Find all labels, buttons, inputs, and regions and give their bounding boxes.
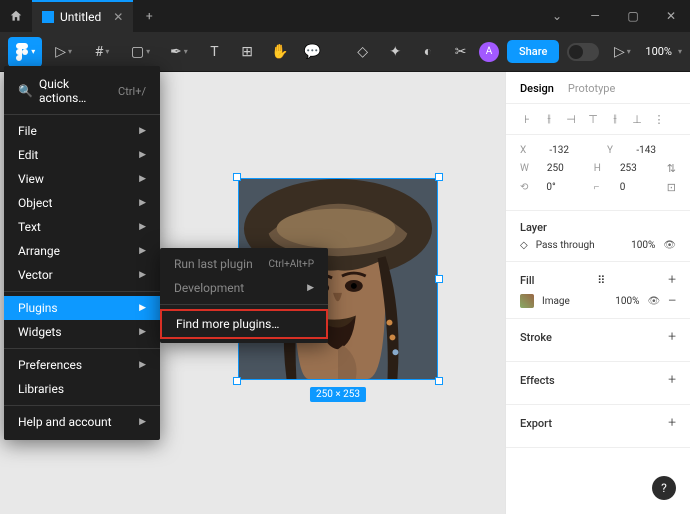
- distribute-icon[interactable]: ⋮: [652, 112, 666, 126]
- dimension-label: 250 × 253: [310, 387, 366, 402]
- find-more-plugins-item[interactable]: Find more plugins…: [160, 309, 328, 339]
- rotation-input[interactable]: 0°: [546, 182, 575, 193]
- avatar[interactable]: A: [479, 42, 499, 62]
- resize-handle[interactable]: [233, 377, 241, 385]
- fill-swatch[interactable]: [520, 294, 534, 308]
- layer-opacity-input[interactable]: 100%: [631, 240, 655, 251]
- align-hcenter-icon[interactable]: ⫲: [542, 112, 556, 126]
- stroke-section-title: Stroke: [520, 331, 552, 344]
- alignment-controls: ⊦ ⫲ ⊣ ⊤ ⫲ ⊥ ⋮: [506, 104, 690, 135]
- edit-object-tool[interactable]: ◇: [348, 37, 377, 67]
- mask-tool[interactable]: ◐: [414, 37, 443, 67]
- tab-prototype[interactable]: Prototype: [568, 82, 615, 95]
- file-tab[interactable]: Untitled ✕: [32, 0, 133, 32]
- resize-handle[interactable]: [435, 275, 443, 283]
- comment-tool[interactable]: 💬: [298, 37, 327, 67]
- menu-object[interactable]: Object▶: [4, 191, 160, 215]
- align-right-icon[interactable]: ⊣: [564, 112, 578, 126]
- frame-tool[interactable]: #▾: [85, 37, 119, 67]
- export-section-title: Export: [520, 417, 552, 430]
- fill-options-icon[interactable]: ⠿: [597, 274, 605, 287]
- close-window-icon[interactable]: ✕: [652, 0, 690, 32]
- menu-vector[interactable]: Vector▶: [4, 263, 160, 287]
- resize-handle[interactable]: [233, 173, 241, 181]
- w-input[interactable]: 250: [547, 163, 576, 174]
- align-left-icon[interactable]: ⊦: [520, 112, 534, 126]
- blend-mode-select[interactable]: Pass through: [536, 240, 623, 251]
- development-item[interactable]: Development▶: [160, 276, 328, 300]
- menu-view[interactable]: View▶: [4, 167, 160, 191]
- design-panel: Design Prototype ⊦ ⫲ ⊣ ⊤ ⫲ ⊥ ⋮ X-132 Y-1…: [505, 72, 690, 514]
- pen-tool[interactable]: ✒▾: [162, 37, 196, 67]
- remove-fill-icon[interactable]: —: [668, 296, 676, 307]
- constrain-icon[interactable]: ⇅: [667, 162, 676, 175]
- present-button[interactable]: ▷▾: [607, 37, 637, 67]
- resize-handle[interactable]: [435, 173, 443, 181]
- menu-preferences[interactable]: Preferences▶: [4, 353, 160, 377]
- layer-section-title: Layer: [520, 221, 676, 234]
- y-input[interactable]: -143: [636, 145, 676, 156]
- main-menu: 🔍Quick actions… Ctrl+/ File▶ Edit▶ View▶…: [4, 66, 160, 440]
- menu-arrange[interactable]: Arrange▶: [4, 239, 160, 263]
- share-button[interactable]: Share: [507, 40, 559, 63]
- search-icon: 🔍: [18, 84, 33, 98]
- tab-title: Untitled: [60, 10, 101, 24]
- align-vcenter-icon[interactable]: ⫲: [608, 112, 622, 126]
- component-tool[interactable]: ✦: [381, 37, 410, 67]
- blend-mode-icon[interactable]: ◇: [520, 240, 528, 251]
- fill-opacity-input[interactable]: 100%: [615, 296, 639, 307]
- fill-section-title: Fill: [520, 274, 534, 287]
- move-tool[interactable]: ▷▾: [46, 37, 80, 67]
- resources-tool[interactable]: ⊞: [233, 37, 262, 67]
- menu-libraries[interactable]: Libraries: [4, 377, 160, 401]
- chevron-down-icon[interactable]: ⌄: [538, 0, 576, 32]
- fill-visibility-icon[interactable]: 👁: [647, 296, 660, 307]
- resize-handle[interactable]: [435, 377, 443, 385]
- main-menu-button[interactable]: ▾: [8, 37, 42, 67]
- figma-logo-icon: [42, 11, 54, 23]
- home-button[interactable]: [0, 0, 32, 32]
- text-tool[interactable]: T: [200, 37, 229, 67]
- menu-widgets[interactable]: Widgets▶: [4, 320, 160, 344]
- titlebar: Untitled ✕ + ⌄ — ▢ ✕: [0, 0, 690, 32]
- menu-text[interactable]: Text▶: [4, 215, 160, 239]
- add-fill-button[interactable]: +: [668, 272, 676, 288]
- crop-tool[interactable]: ✂: [446, 37, 475, 67]
- close-tab-icon[interactable]: ✕: [113, 10, 123, 24]
- shape-tool[interactable]: ▢▾: [123, 37, 157, 67]
- corner-input[interactable]: 0: [620, 182, 649, 193]
- maximize-icon[interactable]: ▢: [614, 0, 652, 32]
- help-button[interactable]: ?: [652, 476, 676, 500]
- dev-mode-toggle[interactable]: [567, 43, 599, 61]
- effects-section-title: Effects: [520, 374, 555, 387]
- fill-type[interactable]: Image: [542, 296, 607, 307]
- plugins-submenu: Run last pluginCtrl+Alt+P Development▶ F…: [160, 248, 328, 343]
- align-top-icon[interactable]: ⊤: [586, 112, 600, 126]
- tab-design[interactable]: Design: [520, 82, 554, 95]
- add-export-button[interactable]: +: [668, 415, 676, 431]
- run-last-plugin-item[interactable]: Run last pluginCtrl+Alt+P: [160, 252, 328, 276]
- hand-tool[interactable]: ✋: [265, 37, 294, 67]
- visibility-icon[interactable]: 👁: [663, 240, 676, 251]
- menu-plugins[interactable]: Plugins▶: [4, 296, 160, 320]
- menu-edit[interactable]: Edit▶: [4, 143, 160, 167]
- corner-options-icon[interactable]: ⊡: [667, 181, 676, 194]
- add-effect-button[interactable]: +: [668, 372, 676, 388]
- align-bottom-icon[interactable]: ⊥: [630, 112, 644, 126]
- menu-file[interactable]: File▶: [4, 119, 160, 143]
- quick-actions-item[interactable]: 🔍Quick actions… Ctrl+/: [4, 72, 160, 110]
- add-stroke-button[interactable]: +: [668, 329, 676, 345]
- minimize-icon[interactable]: —: [576, 0, 614, 32]
- zoom-control[interactable]: 100%▾: [645, 45, 682, 58]
- x-input[interactable]: -132: [549, 145, 589, 156]
- menu-help[interactable]: Help and account▶: [4, 410, 160, 434]
- new-tab-button[interactable]: +: [133, 9, 165, 23]
- h-input[interactable]: 253: [620, 163, 649, 174]
